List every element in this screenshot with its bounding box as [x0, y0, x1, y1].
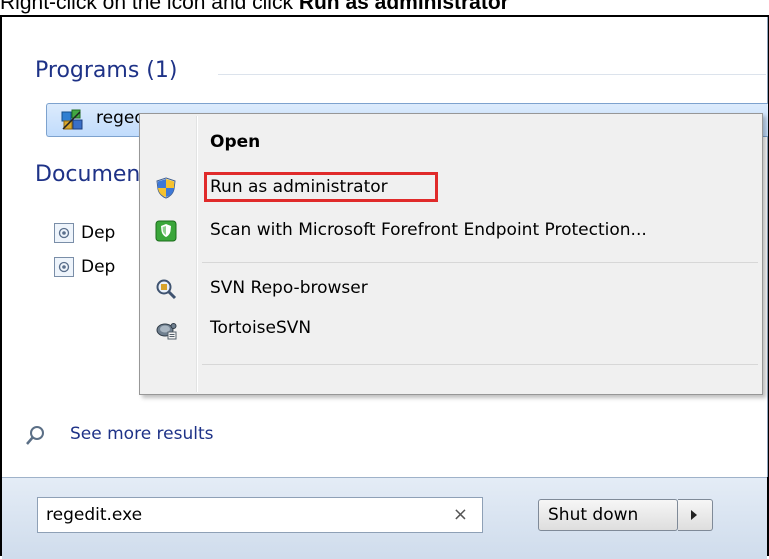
shut-down-button[interactable]: Shut down [538, 499, 678, 531]
search-box: × [37, 497, 483, 533]
caption-text: Right-click on the icon and click [0, 0, 299, 14]
document-icon [54, 257, 74, 277]
context-menu-separator [202, 262, 758, 263]
context-menu-label: Run as administrator [210, 177, 388, 197]
context-menu-item-svn-repo-browser[interactable]: SVN Repo-browser [142, 271, 760, 307]
forefront-icon [155, 220, 177, 242]
uac-shield-icon [156, 177, 176, 199]
context-menu-item-tortoisesvn[interactable]: TortoiseSVN [142, 311, 760, 347]
search-icon [26, 426, 44, 445]
context-menu-item-open[interactable]: Open [142, 125, 760, 161]
document-result-label: Dep [81, 257, 116, 277]
context-menu-label: Open [210, 132, 261, 152]
svn-repo-browser-icon [156, 279, 177, 300]
start-menu-bottom-bar: × Shut down [2, 477, 767, 559]
programs-header-divider [218, 74, 766, 75]
document-result-label: Dep [81, 223, 116, 243]
context-menu-item-run-as-administrator[interactable]: Run as administrator [142, 170, 760, 206]
clear-search-icon[interactable]: × [453, 504, 468, 526]
context-menu-label: SVN Repo-browser [210, 278, 368, 298]
caption-bold-text: Run as administrator [298, 0, 509, 14]
program-result-label: regedit [96, 108, 140, 128]
context-menu-label: Scan with Microsoft Forefront Endpoint P… [210, 220, 647, 240]
search-input[interactable] [38, 498, 438, 532]
arrow-right-icon [691, 510, 697, 520]
context-menu-item-scan-forefront[interactable]: Scan with Microsoft Forefront Endpoint P… [142, 213, 760, 249]
instruction-caption: Right-click on the icon and click Run as… [0, 0, 509, 15]
see-more-results-label: See more results [70, 424, 214, 444]
programs-header: Programs (1) [35, 58, 178, 83]
shut-down-label: Shut down [548, 505, 639, 525]
tortoisesvn-icon [156, 323, 177, 340]
context-menu: Open Run as administrator Scan with Micr… [139, 113, 763, 395]
context-menu-separator [202, 364, 758, 365]
regedit-icon [61, 109, 83, 130]
context-menu-label: TortoiseSVN [210, 318, 312, 338]
document-icon [54, 223, 74, 243]
shut-down-options-button[interactable] [678, 499, 713, 531]
